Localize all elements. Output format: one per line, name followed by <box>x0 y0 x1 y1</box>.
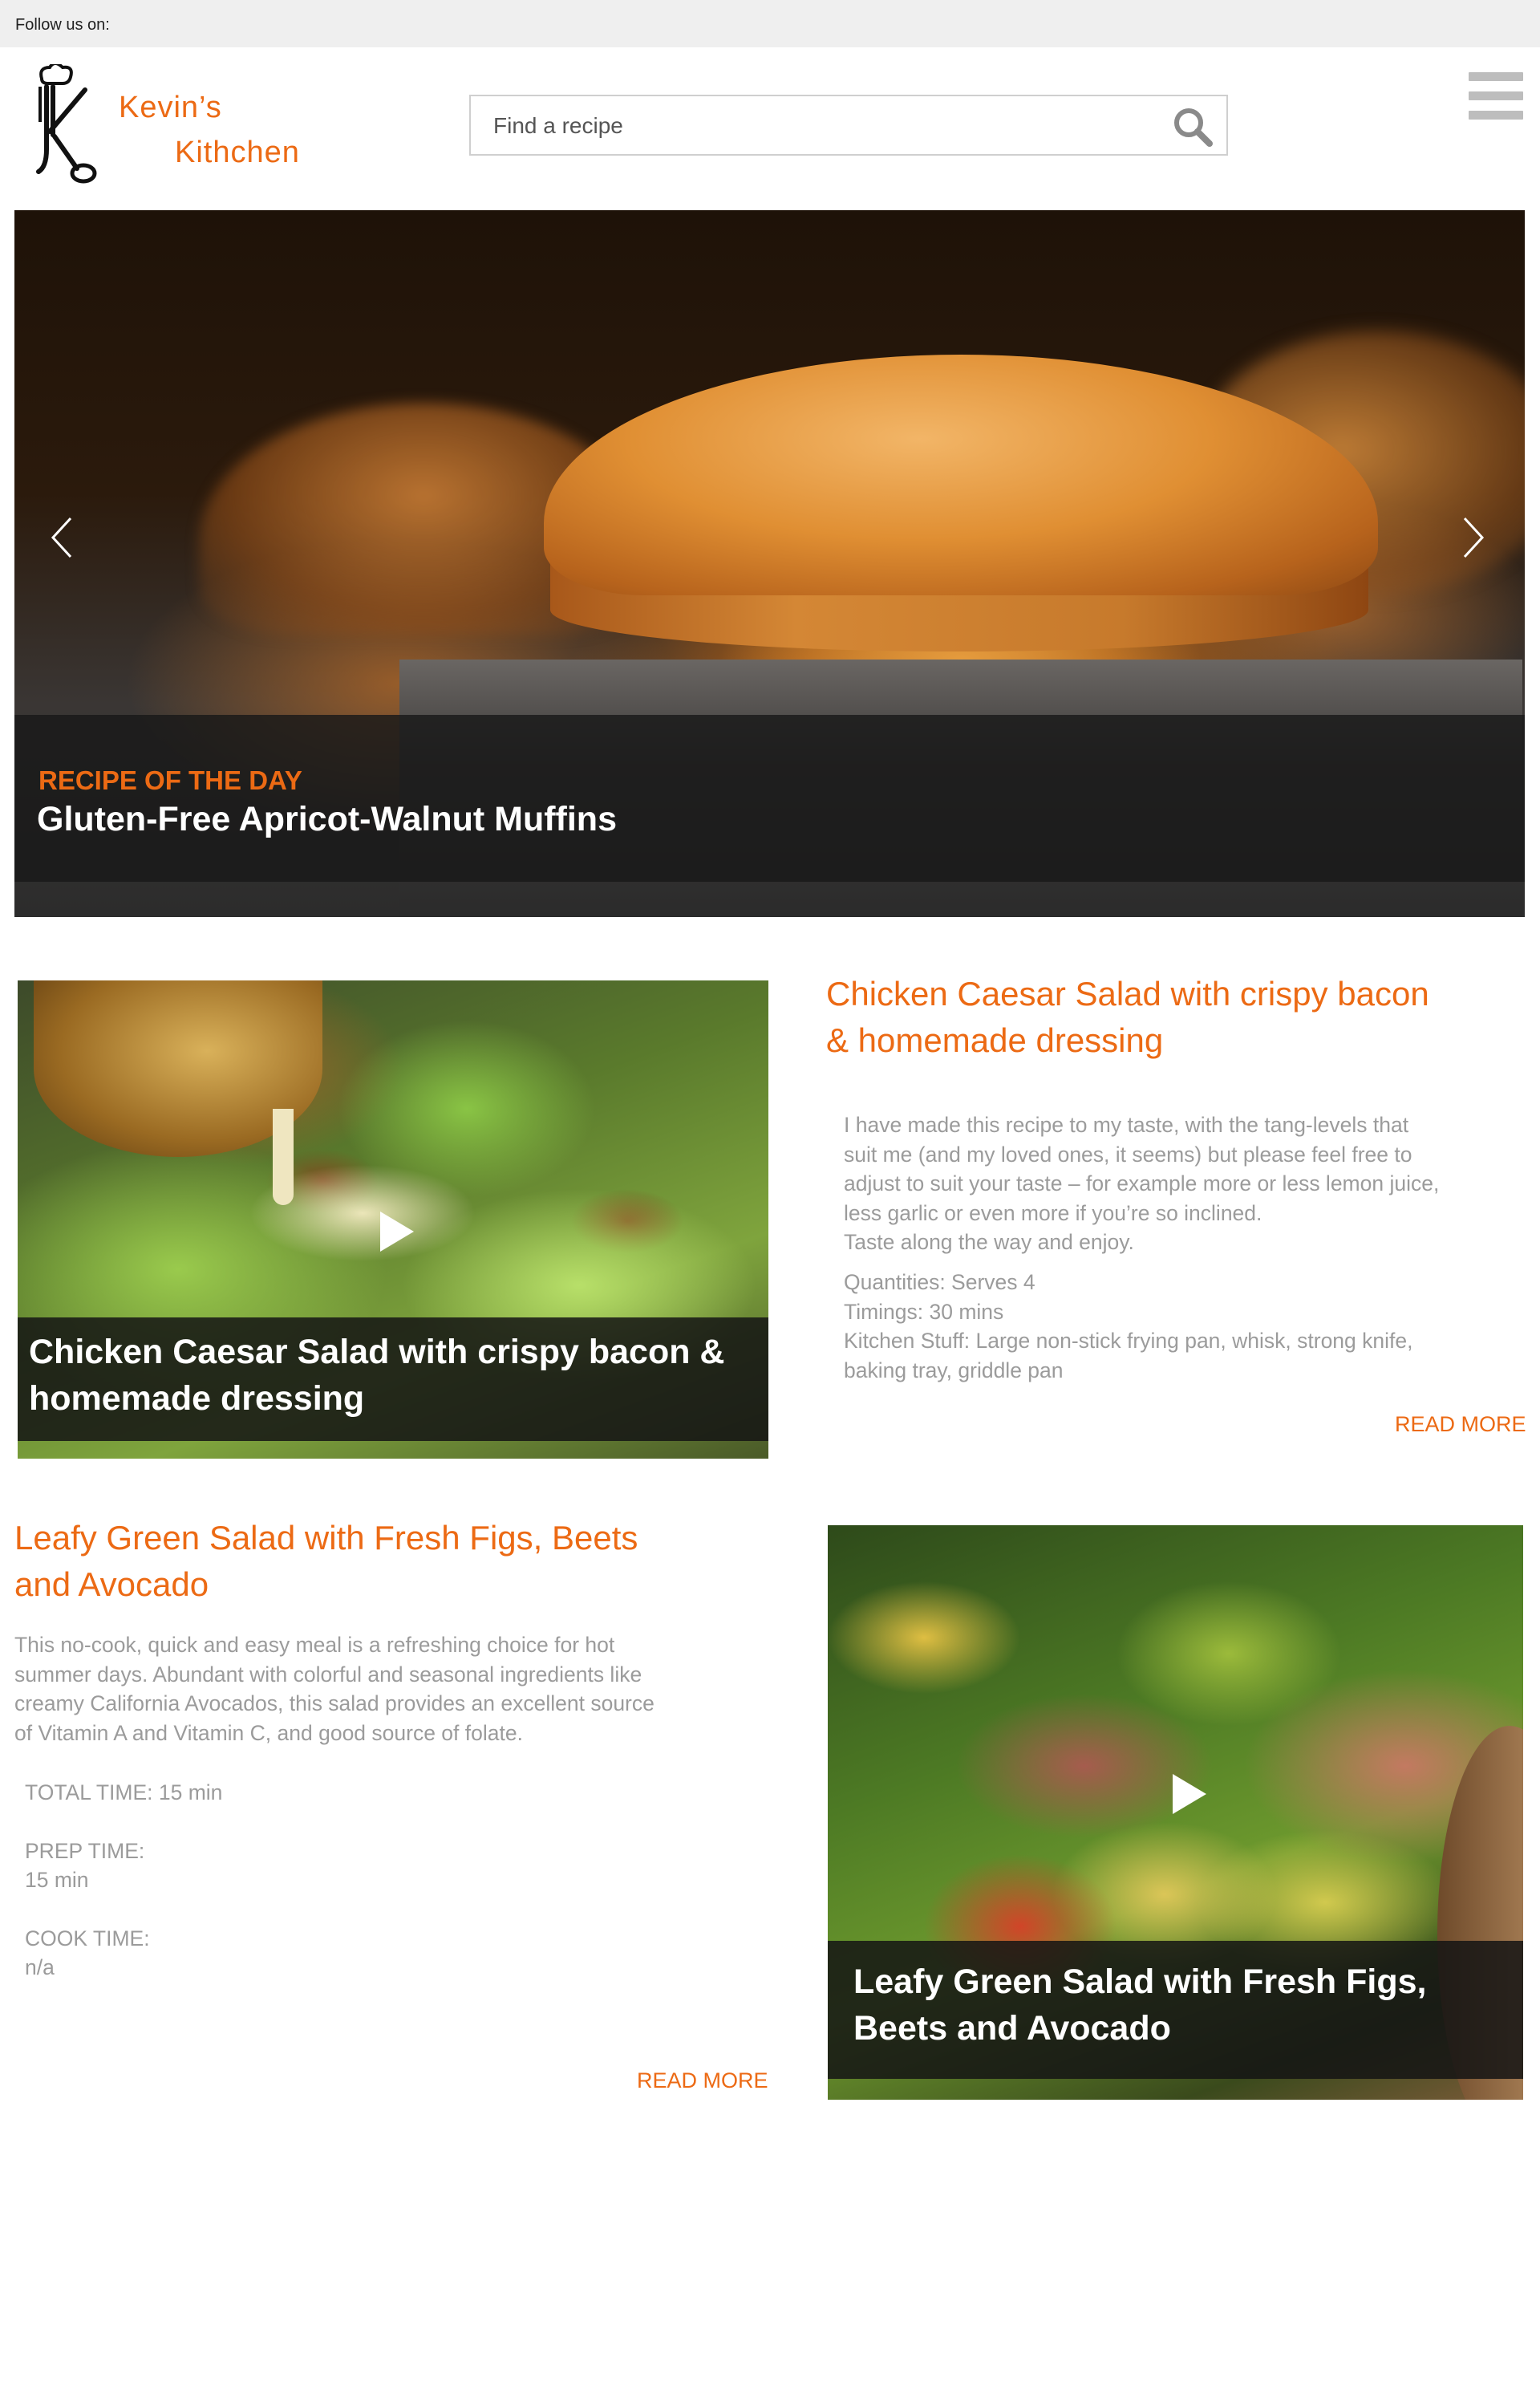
photo-detail <box>273 1109 294 1205</box>
menu-bar <box>1469 72 1523 81</box>
read-more-link[interactable]: READ MORE <box>1395 1412 1526 1437</box>
play-icon[interactable] <box>1169 1772 1208 1816</box>
recipe-title[interactable]: Chicken Caesar Salad with crispy bacon &… <box>826 971 1516 1064</box>
video-caption-title: Chicken Caesar Salad with crispy bacon &… <box>29 1333 725 1418</box>
logo-line-2: Kithchen <box>175 136 300 169</box>
recipe-description: This no-cook, quick and easy meal is a r… <box>14 1633 654 1745</box>
recipe-timings: Timings: 30 mins <box>844 1299 1004 1324</box>
cook-time-value: n/a <box>25 1955 55 1979</box>
search-icon[interactable] <box>1172 106 1214 148</box>
site-logo-text[interactable]: Kevin’s Kithchen <box>119 85 300 175</box>
hero-recipe-title[interactable]: Gluten-Free Apricot-Walnut Muffins <box>37 800 617 839</box>
total-time: TOTAL TIME: 15 min <box>25 1780 223 1804</box>
hero-caption-panel <box>14 715 1525 882</box>
recipe-meta: Quantities: Serves 4 Timings: 30 mins Ki… <box>844 1268 1502 1385</box>
read-more-link[interactable]: READ MORE <box>637 2068 768 2093</box>
logo-line-1: Kevin’s <box>119 91 222 124</box>
recipe-of-the-day-label: RECIPE OF THE DAY <box>38 765 302 795</box>
prep-time-value: 15 min <box>25 1868 89 1892</box>
search-box <box>469 95 1228 156</box>
recipe-times: TOTAL TIME: 15 min PREP TIME: 15 min COO… <box>25 1778 222 1983</box>
prep-time-label: PREP TIME: <box>25 1838 145 1863</box>
social-bar <box>0 0 1540 47</box>
chevron-right-icon[interactable] <box>1457 513 1489 562</box>
video-caption-panel: Chicken Caesar Salad with crispy bacon &… <box>18 1317 768 1441</box>
recipe-description: I have made this recipe to my taste, wit… <box>844 1113 1440 1254</box>
hamburger-menu-icon[interactable] <box>1469 72 1523 127</box>
recipe-video-thumbnail[interactable]: Chicken Caesar Salad with crispy bacon &… <box>18 980 768 1459</box>
video-caption-title: Leafy Green Salad with Fresh Figs, Beets… <box>853 1963 1427 2048</box>
recipe-quantities: Quantities: Serves 4 <box>844 1270 1035 1294</box>
recipe-kitchen-stuff: Kitchen Stuff: Large non-stick frying pa… <box>844 1329 1413 1382</box>
follow-us-label: Follow us on: <box>15 16 110 34</box>
search-input[interactable] <box>492 96 1153 156</box>
play-icon[interactable] <box>377 1210 415 1253</box>
cook-time-label: COOK TIME: <box>25 1926 150 1950</box>
recipe-title[interactable]: Leafy Green Salad with Fresh Figs, Beets… <box>14 1515 720 1608</box>
chevron-left-icon[interactable] <box>47 513 79 562</box>
menu-bar <box>1469 91 1523 100</box>
menu-bar <box>1469 111 1523 120</box>
chef-logo-icon[interactable] <box>18 62 106 185</box>
video-caption-panel: Leafy Green Salad with Fresh Figs, Beets… <box>828 1941 1523 2079</box>
recipe-video-thumbnail[interactable]: Leafy Green Salad with Fresh Figs, Beets… <box>828 1525 1523 2100</box>
